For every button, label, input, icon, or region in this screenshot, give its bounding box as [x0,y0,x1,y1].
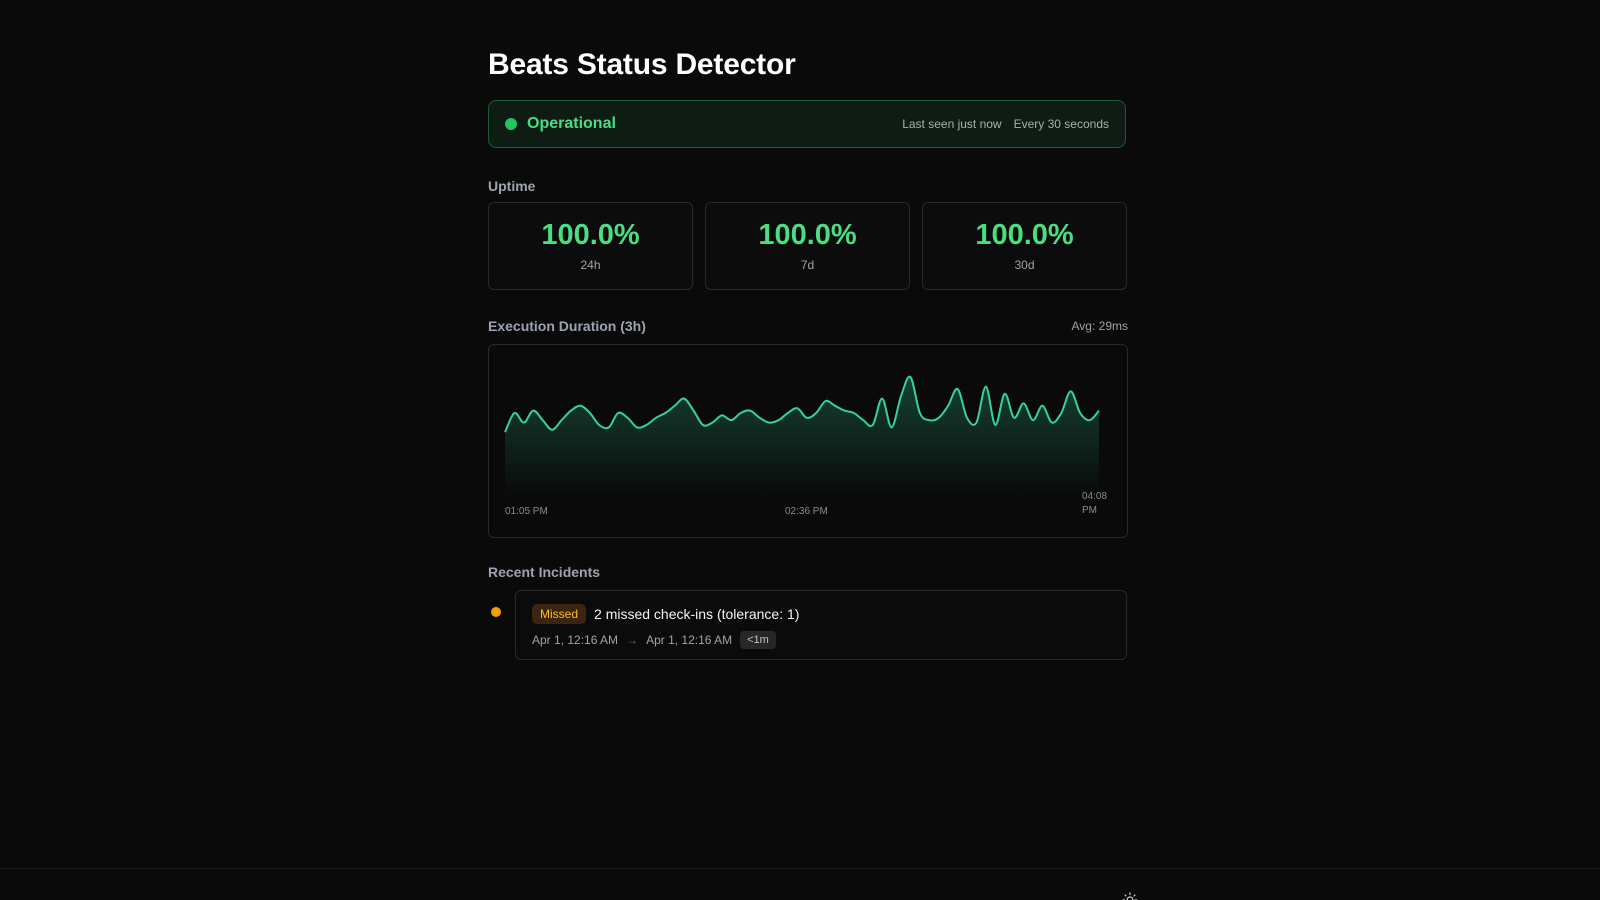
uptime-card-7d: 100.0% 7d [705,202,910,290]
incident-dot-icon [491,607,501,617]
last-seen-text: Last seen just now [902,117,1002,131]
uptime-card-30d: 100.0% 30d [922,202,1127,290]
status-dot-icon [505,118,517,130]
status-label: Operational [527,115,616,132]
incident-title: 2 missed check-ins (tolerance: 1) [594,606,800,622]
status-page: Beats Status Detector Operational Last s… [0,0,1600,900]
incident-row: Missed 2 missed check-ins (tolerance: 1)… [488,590,1128,660]
uptime-period: 24h [580,257,601,272]
sun-icon-svg [1122,892,1138,900]
incident-type-badge: Missed [532,604,587,624]
uptime-grid: 100.0% 24h 100.0% 7d 100.0% 30d [488,202,1128,290]
incident-card[interactable]: Missed 2 missed check-ins (tolerance: 1)… [515,590,1127,660]
execution-avg: Avg: 29ms [1071,319,1128,333]
x-tick-label: 02:36 PM [785,506,828,517]
uptime-heading: Uptime [488,178,536,194]
arrow-right-icon: → [626,633,639,647]
incident-duration-badge: <1m [740,631,776,649]
incidents-heading: Recent Incidents [488,564,601,580]
chart-area-fill [505,376,1099,495]
uptime-period: 30d [1014,257,1035,272]
footer-divider [0,868,1600,869]
status-meta: Last seen just now Every 30 seconds [902,117,1109,131]
check-interval-text: Every 30 seconds [1013,117,1109,131]
x-tick-label: 04:08 PM [1082,491,1108,516]
page-title: Beats Status Detector [488,48,796,81]
execution-heading: Execution Duration (3h) [488,318,646,334]
uptime-period: 7d [800,257,815,272]
status-banner: Operational Last seen just now Every 30 … [488,100,1126,148]
uptime-card-24h: 100.0% 24h [488,202,693,290]
incident-start: Apr 1, 12:16 AM [532,633,619,647]
incident-title-line: Missed 2 missed check-ins (tolerance: 1) [532,604,1110,624]
uptime-value: 100.0% [541,219,640,252]
incident-times: Apr 1, 12:16 AM → Apr 1, 12:16 AM <1m [532,631,1110,649]
sun-icon[interactable] [1122,892,1138,900]
uptime-value: 100.0% [975,219,1074,252]
execution-chart: 01:05 PM 02:36 PM 04:08 PM [488,344,1128,538]
x-tick-label: 01:05 PM [505,506,548,517]
uptime-value: 100.0% [758,219,857,252]
incident-end: Apr 1, 12:16 AM [646,633,733,647]
